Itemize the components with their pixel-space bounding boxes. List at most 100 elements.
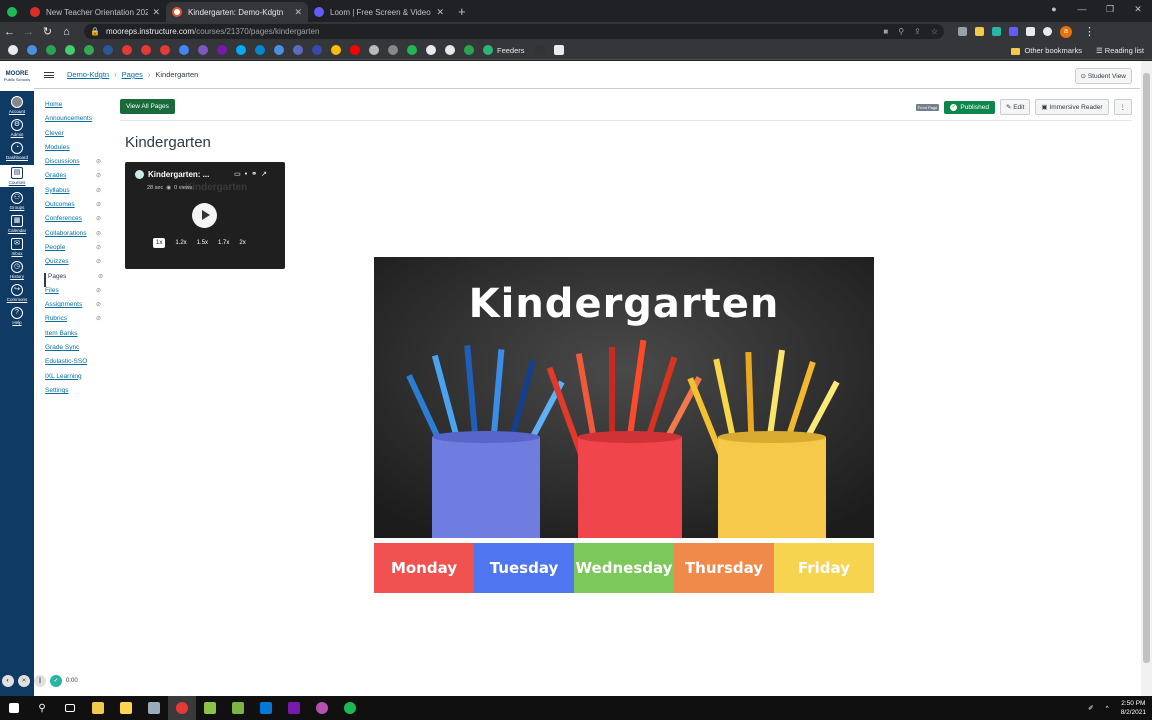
course-nav-item[interactable]: Assignments ⊘ bbox=[44, 301, 114, 315]
loom-cancel-icon[interactable]: ✕ bbox=[18, 675, 30, 687]
course-nav-item[interactable]: Collaborations ⊘ bbox=[44, 230, 114, 244]
clock[interactable]: 2:50 PM 8/2/2021 bbox=[1121, 699, 1146, 717]
new-tab-button[interactable]: + bbox=[458, 2, 466, 22]
chrome-icon[interactable] bbox=[168, 696, 196, 720]
global-nav-commons[interactable]: ↪ Commons bbox=[0, 284, 34, 302]
bookmark-icon[interactable] bbox=[388, 45, 398, 55]
edit-button[interactable]: ✎ Edit bbox=[999, 99, 1031, 115]
forward-icon[interactable]: → bbox=[19, 26, 38, 38]
close-icon[interactable]: ✕ bbox=[294, 7, 302, 18]
bookmark-icon[interactable] bbox=[464, 45, 474, 55]
bookmark-icon[interactable] bbox=[369, 45, 379, 55]
bookmark-icon[interactable] bbox=[65, 45, 75, 55]
home-icon[interactable]: ⌂ bbox=[57, 26, 76, 38]
speed-option[interactable]: 1.7x bbox=[218, 240, 229, 246]
course-nav-item[interactable]: Rubrics ⊘ bbox=[44, 315, 114, 329]
global-nav-history[interactable]: ◷ History bbox=[0, 261, 34, 279]
camera-icon[interactable]: ■ bbox=[883, 27, 888, 36]
scrollbar-thumb[interactable] bbox=[1143, 73, 1150, 663]
tab-loom[interactable]: Loom | Free Screen & Video Rec ✕ bbox=[308, 2, 450, 22]
hamburger-icon[interactable] bbox=[44, 71, 54, 78]
course-nav-item[interactable]: Edulastic-SSO bbox=[44, 358, 114, 372]
app-icon[interactable] bbox=[140, 696, 168, 720]
course-nav-item[interactable]: Outcomes ⊘ bbox=[44, 201, 114, 215]
bookmark-icon[interactable] bbox=[426, 45, 436, 55]
file-explorer-icon[interactable] bbox=[84, 696, 112, 720]
extension-icon[interactable] bbox=[1009, 27, 1018, 36]
restore-button[interactable]: ❐ bbox=[1096, 0, 1124, 20]
start-button[interactable] bbox=[0, 696, 28, 720]
bookmark-icon[interactable] bbox=[179, 45, 189, 55]
course-nav-item-active[interactable]: Pages ⊘ bbox=[44, 272, 114, 287]
school-logo[interactable]: MOORE Public Schools bbox=[0, 61, 34, 91]
day-monday[interactable]: Monday bbox=[374, 543, 474, 593]
global-nav-calendar[interactable]: ▦ Calendar bbox=[0, 215, 34, 233]
day-thursday[interactable]: Thursday bbox=[674, 543, 774, 593]
camtasia-icon[interactable] bbox=[224, 696, 252, 720]
loom-video-embed[interactable]: Kindergarten Kindergarten: ... ▭•⚭↗ 28 s… bbox=[125, 162, 285, 269]
day-wednesday[interactable]: Wednesday bbox=[574, 543, 674, 593]
bookmark-icon[interactable] bbox=[445, 45, 455, 55]
pen-icon[interactable]: ✐ bbox=[1088, 704, 1093, 712]
speed-option[interactable]: 2x bbox=[239, 240, 245, 246]
close-window-button[interactable]: ✕ bbox=[1124, 0, 1152, 20]
page-scrollbar[interactable] bbox=[1141, 61, 1152, 696]
tab-search-icon[interactable]: ● bbox=[1040, 0, 1068, 20]
expand-tray-icon[interactable]: ^ bbox=[1106, 705, 1109, 712]
bookmark-icon[interactable] bbox=[103, 45, 113, 55]
star-icon[interactable]: ☆ bbox=[931, 27, 938, 36]
course-nav-item[interactable]: Item Banks bbox=[44, 330, 114, 344]
other-bookmarks[interactable]: Other bookmarks bbox=[1011, 46, 1082, 55]
slack-icon[interactable] bbox=[308, 696, 336, 720]
course-nav-item[interactable]: IXL Learning bbox=[44, 373, 114, 387]
breadcrumb-pages[interactable]: Pages bbox=[122, 70, 143, 79]
bookmark-icon[interactable] bbox=[27, 45, 37, 55]
course-nav-item[interactable]: Modules bbox=[44, 144, 114, 158]
outlook-icon[interactable] bbox=[252, 696, 280, 720]
onenote-icon[interactable] bbox=[280, 696, 308, 720]
bookmark-icon[interactable] bbox=[84, 45, 94, 55]
extension-icon[interactable] bbox=[992, 27, 1001, 36]
close-icon[interactable]: ✕ bbox=[152, 7, 160, 18]
student-view-button[interactable]: ⊙ Student View bbox=[1074, 68, 1132, 84]
global-nav-courses[interactable]: ▤ Courses bbox=[0, 165, 34, 187]
bookmark-icon[interactable] bbox=[553, 45, 564, 55]
bookmark-icon[interactable] bbox=[46, 45, 56, 55]
comment-icon[interactable]: ▭ bbox=[234, 171, 245, 178]
global-nav-groups[interactable]: ⚇ Groups bbox=[0, 192, 34, 210]
spotify-taskbar-icon[interactable] bbox=[336, 696, 364, 720]
global-nav-help[interactable]: ? Help bbox=[0, 307, 34, 325]
course-nav-item[interactable]: Grades ⊘ bbox=[44, 172, 114, 186]
bookmark-icon[interactable] bbox=[331, 45, 341, 55]
loom-pause-icon[interactable]: ∥ bbox=[34, 675, 46, 687]
play-icon[interactable] bbox=[192, 203, 217, 228]
media-icon[interactable] bbox=[1043, 27, 1052, 36]
bookmark-icon[interactable] bbox=[141, 45, 151, 55]
menu-icon[interactable]: ⋮ bbox=[1080, 25, 1099, 38]
course-nav-item[interactable]: People ⊘ bbox=[44, 244, 114, 258]
loom-finish-icon[interactable]: ✓ bbox=[50, 675, 62, 687]
bookmark-icon[interactable] bbox=[217, 45, 227, 55]
tab-kindergarten[interactable]: Kindergarten: Demo-Kdgtn ✕ bbox=[166, 2, 308, 22]
breadcrumb-course[interactable]: Demo-Kdgtn bbox=[67, 70, 109, 79]
back-icon[interactable]: ← bbox=[0, 26, 19, 38]
day-friday[interactable]: Friday bbox=[774, 543, 874, 593]
url-input[interactable]: 🔒 mooreps.instructure.com /courses/21370… bbox=[84, 24, 944, 39]
view-all-pages-button[interactable]: View All Pages bbox=[120, 99, 175, 114]
notes-icon[interactable] bbox=[112, 696, 140, 720]
bookmark-icon[interactable] bbox=[236, 45, 246, 55]
course-nav-item[interactable]: Discussions ⊘ bbox=[44, 158, 114, 172]
speed-option[interactable]: 1.5x bbox=[197, 240, 208, 246]
course-nav-item[interactable]: Settings bbox=[44, 387, 114, 401]
bookmark-icon[interactable] bbox=[293, 45, 303, 55]
published-button[interactable]: ✓ Published bbox=[944, 100, 995, 114]
course-nav-item[interactable]: Clever bbox=[44, 130, 114, 144]
open-external-icon[interactable]: ↗ bbox=[261, 171, 271, 178]
task-view-icon[interactable] bbox=[56, 696, 84, 720]
course-nav-item[interactable]: Announcements bbox=[44, 115, 114, 129]
bookmark-feeders[interactable]: Feeders bbox=[497, 46, 525, 55]
hotspot-icon[interactable] bbox=[196, 696, 224, 720]
bookmark-icon[interactable] bbox=[534, 45, 545, 55]
bookmark-icon[interactable] bbox=[350, 45, 360, 55]
link-icon[interactable]: ⚭ bbox=[251, 171, 261, 178]
